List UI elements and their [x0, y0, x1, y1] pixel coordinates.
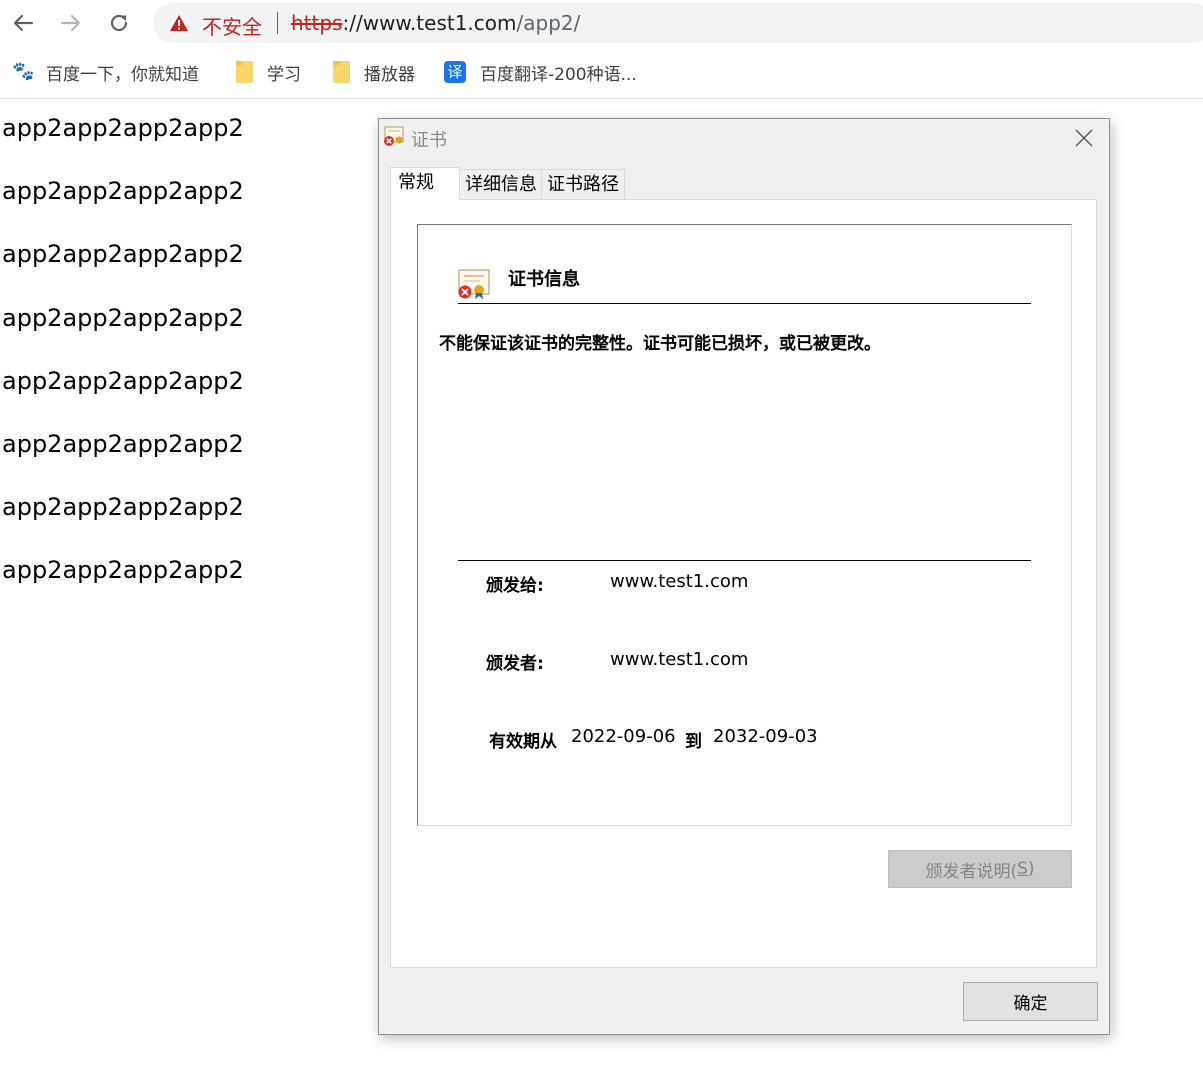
page-content: app2app2app2app2 app2app2app2app2 app2ap…: [2, 113, 244, 619]
tab-cert-path[interactable]: 证书路径: [541, 169, 625, 199]
url-scheme: https: [291, 11, 343, 35]
not-secure-label[interactable]: 不安全: [202, 11, 262, 40]
browser-toolbar: 不安全 https://www.test1.com/app2/: [0, 0, 1203, 48]
reload-button[interactable]: [102, 6, 136, 40]
translate-icon: 译: [444, 61, 466, 83]
chrome-divider: [0, 98, 1203, 99]
back-arrow-icon: [13, 14, 34, 32]
page-text-line: app2app2app2app2: [2, 240, 244, 269]
issuer-statement-accesskey: S: [1017, 859, 1028, 879]
tab-details[interactable]: 详细信息: [459, 169, 543, 199]
info-heading: 证书信息: [508, 269, 580, 290]
page-text-line: app2app2app2app2: [2, 366, 244, 395]
url-path: /app2/: [516, 11, 581, 35]
url-text[interactable]: https://www.test1.com/app2/: [291, 11, 580, 35]
back-button[interactable]: [6, 6, 40, 40]
bookmark-folder-player[interactable]: 播放器: [333, 60, 415, 85]
page-text-line: app2app2app2app2: [2, 114, 244, 142]
dialog-title: 证书: [411, 130, 447, 151]
reload-icon: [110, 14, 128, 32]
close-button[interactable]: [1067, 123, 1101, 153]
page-text-line: app2app2app2app2: [2, 556, 244, 585]
close-icon: [1075, 129, 1093, 147]
page-text-line: app2app2app2app2: [2, 177, 244, 206]
certificate-info-box: 证书信息 不能保证该证书的完整性。证书可能已损坏，或已被更改。 颁发给: www…: [417, 224, 1072, 826]
certificate-error-icon: [458, 269, 490, 299]
valid-from-label: 有效期从: [489, 732, 557, 752]
tab-general[interactable]: 常规: [390, 167, 460, 200]
issuer-statement-label: 颁发者说明(: [925, 861, 1018, 882]
integrity-warning-text: 不能保证该证书的完整性。证书可能已损坏，或已被更改。: [439, 334, 881, 354]
bookmark-baidu-translate[interactable]: 译 百度翻译-200种语...: [444, 60, 637, 85]
bookmarks-bar: 🐾 百度一下，你就知道 学习 播放器 译 百度翻译-200种语...: [0, 52, 1203, 92]
certificate-dialog: 证书 常规 详细信息 证书路径 证书信息 不能保证该证书的完整性。证书可能已损坏…: [378, 118, 1110, 1035]
issued-to-label: 颁发给:: [486, 576, 544, 596]
forward-arrow-icon: [60, 14, 81, 32]
page-text-line: app2app2app2app2: [2, 429, 244, 458]
bookmark-baidu[interactable]: 🐾 百度一下，你就知道: [12, 60, 199, 85]
divider: [458, 303, 1031, 304]
tab-panel-general: 证书信息 不能保证该证书的完整性。证书可能已损坏，或已被更改。 颁发给: www…: [390, 199, 1097, 968]
valid-from-value: 2022-09-06: [571, 726, 676, 747]
warning-triangle-icon: [170, 15, 188, 31]
bookmark-label: 播放器: [364, 64, 415, 85]
forward-button[interactable]: [54, 6, 88, 40]
bookmark-label: 百度一下，你就知道: [46, 64, 199, 85]
issued-to-value: www.test1.com: [610, 571, 749, 592]
baidu-paw-icon: 🐾: [12, 61, 35, 82]
certificate-error-icon: [384, 126, 404, 146]
url-host: ://www.test1.com: [342, 11, 517, 35]
issued-by-label: 颁发者:: [486, 654, 544, 674]
omnibox-separator: [277, 12, 278, 34]
issued-by-value: www.test1.com: [610, 649, 749, 670]
valid-to-label: 到: [685, 732, 702, 752]
page-text-line: app2app2app2app2: [2, 493, 244, 522]
valid-to-value: 2032-09-03: [713, 726, 818, 747]
divider: [458, 560, 1031, 561]
bookmark-label: 百度翻译-200种语...: [480, 64, 637, 85]
ok-button[interactable]: 确定: [963, 982, 1098, 1021]
folder-icon: [333, 61, 350, 83]
issuer-statement-tail: ): [1027, 859, 1035, 879]
bookmark-label: 学习: [267, 64, 301, 85]
folder-icon: [236, 61, 253, 83]
bookmark-folder-study[interactable]: 学习: [236, 60, 301, 85]
issuer-statement-button[interactable]: 颁发者说明(S): [888, 850, 1072, 888]
address-bar[interactable]: 不安全 https://www.test1.com/app2/: [153, 3, 1203, 43]
page-text-line: app2app2app2app2: [2, 303, 244, 332]
